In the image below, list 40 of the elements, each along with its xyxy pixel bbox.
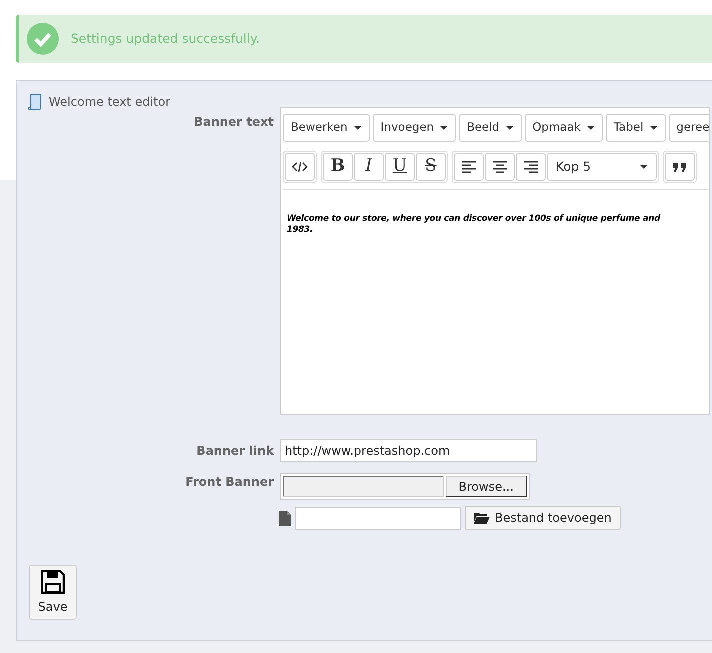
editor-text-line: 1983. <box>287 225 314 236</box>
field-label: Banner link <box>196 442 275 460</box>
field-label: Banner text <box>193 114 275 131</box>
field-label: Front Banner <box>184 474 275 491</box>
scroll-icon <box>28 94 43 110</box>
menu-button[interactable]: Beeld <box>459 114 522 142</box>
code-icon <box>292 160 308 174</box>
toolbar-button[interactable] <box>285 153 315 181</box>
folder-icon <box>474 512 490 524</box>
browse-button[interactable]: Browse... <box>446 476 527 497</box>
menu-button[interactable]: Tabel <box>606 114 666 142</box>
save-icon <box>41 570 65 594</box>
quote-icon <box>672 160 688 174</box>
panel-title: Welcome text editor <box>49 94 171 111</box>
file-path-field[interactable] <box>283 476 444 497</box>
toolbar-button[interactable] <box>665 153 695 181</box>
toolbar-button[interactable] <box>485 153 515 181</box>
add-file-button[interactable]: Bestand toevoegen <box>465 506 621 530</box>
rich-text-editor[interactable]: Bewerken Invoegen Beeld Opmaak Tabel geree B I U S Kop 5 Welcome to our store, where you can discover over 100s of unique perfume and 1983. <box>280 107 710 415</box>
editor-text-line: Welcome to our store, where you can discover over 100s of unique perfume and <box>287 214 660 226</box>
format-button[interactable]: I <box>354 153 384 181</box>
menu-button[interactable]: geree <box>668 114 709 142</box>
format-button[interactable]: S <box>416 153 446 181</box>
link-input[interactable]: http://www.prestashop.com <box>280 439 537 462</box>
menu-button[interactable]: Bewerken <box>283 114 370 142</box>
align-center-icon <box>492 160 508 174</box>
format-button[interactable]: U <box>385 153 415 181</box>
menu-button[interactable]: Opmaak <box>524 114 603 142</box>
toolbar-button[interactable] <box>516 153 546 181</box>
save-button[interactable]: Save <box>29 565 77 620</box>
format-button[interactable]: B <box>323 153 353 181</box>
block-format-select[interactable]: Kop 5 <box>547 153 657 181</box>
toolbar-button[interactable] <box>454 153 484 181</box>
alert-message: Settings updated successfully. <box>71 30 260 48</box>
file-name-input[interactable] <box>295 506 461 530</box>
file-icon <box>279 510 291 526</box>
menu-button[interactable]: Invoegen <box>372 114 456 142</box>
check-icon <box>27 23 59 55</box>
align-left-icon <box>461 160 477 174</box>
align-right-icon <box>523 160 539 174</box>
